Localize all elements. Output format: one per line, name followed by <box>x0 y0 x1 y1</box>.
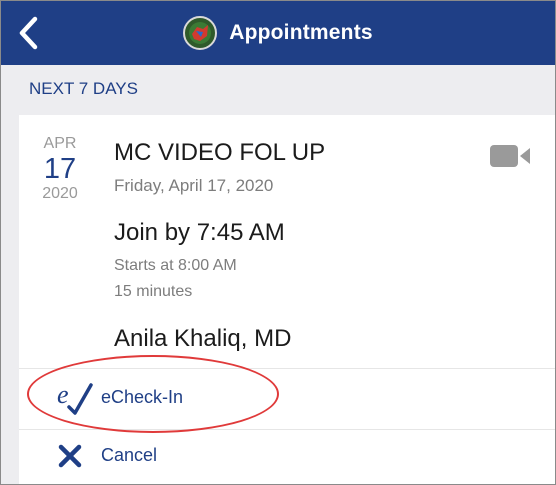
appointment-duration: 15 minutes <box>114 283 193 300</box>
cancel-label: Cancel <box>101 445 158 465</box>
appointment-full-date: Friday, April 17, 2020 <box>114 176 274 195</box>
date-day: 17 <box>43 153 77 185</box>
header-title-group: Appointments <box>1 1 555 65</box>
section-label: NEXT 7 DAYS <box>29 79 138 98</box>
page-title: Appointments <box>229 21 373 44</box>
video-camera-icon <box>490 145 530 167</box>
provider-name: Anila Khaliq, MD <box>114 325 292 352</box>
join-by-time: Join by 7:45 AM <box>114 219 285 246</box>
app-window: Appointments NEXT 7 DAYS APR 17 2020 MC … <box>0 0 556 485</box>
date-month: APR <box>43 135 77 152</box>
top-bar: Appointments <box>1 1 555 65</box>
appointment-title: MC VIDEO FOL UP <box>114 139 326 166</box>
app-logo-icon <box>183 16 218 50</box>
start-time: Starts at 8:00 AM <box>114 257 237 274</box>
appointment-date-block: APR 17 2020 <box>19 135 101 203</box>
cancel-button[interactable]: Cancel <box>19 433 555 484</box>
close-icon <box>58 444 82 468</box>
highlight-annotation <box>27 355 279 433</box>
date-year: 2020 <box>42 185 78 202</box>
